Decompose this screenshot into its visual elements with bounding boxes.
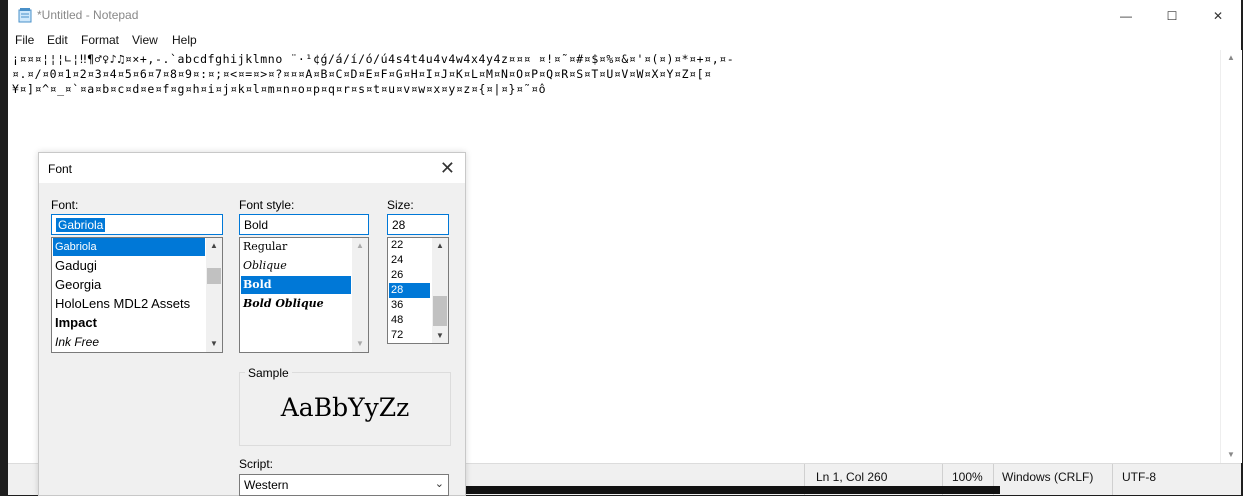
font-name-input[interactable]: Gabriola xyxy=(51,214,223,235)
size-list-item[interactable]: 28 xyxy=(389,283,430,298)
font-list-item[interactable]: Georgia xyxy=(53,276,101,294)
menu-file[interactable]: File xyxy=(15,33,34,47)
editor-vertical-scrollbar[interactable]: ▲ ▼ xyxy=(1220,50,1242,463)
font-list-scrollbar[interactable]: ▲ ▼ xyxy=(206,238,222,352)
size-list-item[interactable]: 48 xyxy=(389,313,403,328)
sample-label: Sample xyxy=(245,366,292,380)
font-style-input[interactable]: Bold xyxy=(239,214,369,235)
size-list-item[interactable]: 26 xyxy=(389,268,403,283)
editor-line: ¡¤¤¤¦¦¦∟¦‼¶♂♀♪♫¤×+,-.`abcdfghijklmno ¨·¹… xyxy=(12,52,735,66)
maximize-button[interactable]: ☐ xyxy=(1149,0,1195,31)
editor-line: ¤.¤/¤0¤1¤2¤3¤4¤5¤6¤7¤8¤9¤:¤;¤<¤=¤>¤?¤¤¤A… xyxy=(12,67,712,81)
minimize-button[interactable]: — xyxy=(1103,0,1149,31)
font-style-label: Font style: xyxy=(239,198,295,212)
font-size-list[interactable]: 22 24 26 28 36 48 72 ▲ ▼ xyxy=(387,237,449,344)
close-window-button[interactable]: ✕ xyxy=(1195,0,1241,31)
style-list-item[interactable]: Bold xyxy=(241,276,351,294)
scroll-down-icon[interactable]: ▼ xyxy=(356,339,364,348)
style-list-item[interactable]: Bold Oblique xyxy=(241,295,324,313)
font-style-list[interactable]: Regular Oblique Bold Bold Oblique ▲ ▼ xyxy=(239,237,369,353)
script-label: Script: xyxy=(239,457,274,471)
menu-edit[interactable]: Edit xyxy=(47,33,68,47)
font-list-item[interactable]: Impact xyxy=(53,314,97,332)
size-list-item[interactable]: 72 xyxy=(389,328,403,343)
scroll-thumb[interactable] xyxy=(433,296,447,326)
scroll-down-icon[interactable]: ▼ xyxy=(436,331,444,340)
size-list-item[interactable]: 22 xyxy=(389,238,403,253)
menu-format[interactable]: Format xyxy=(81,33,119,47)
scroll-down-icon[interactable]: ▼ xyxy=(1227,450,1235,459)
menu-bar: File Edit Format View Help xyxy=(8,31,1241,50)
notepad-icon xyxy=(18,8,32,23)
encoding: UTF-8 xyxy=(1122,470,1156,484)
font-dialog: Font ✕ Font: Gabriola Gabriola Gadugi Ge… xyxy=(38,152,466,496)
font-list-item[interactable]: Gadugi xyxy=(53,257,97,275)
title-bar: *Untitled - Notepad — ☐ ✕ xyxy=(8,0,1241,31)
script-value: Western xyxy=(244,478,289,492)
scroll-up-icon[interactable]: ▲ xyxy=(436,241,444,250)
size-list-item[interactable]: 36 xyxy=(389,298,403,313)
font-list-item[interactable]: Gabriola xyxy=(53,238,205,256)
dialog-title: Font xyxy=(48,162,73,176)
font-name-value: Gabriola xyxy=(56,218,106,232)
cursor-position: Ln 1, Col 260 xyxy=(816,470,888,484)
dialog-title-bar: Font ✕ xyxy=(39,153,465,183)
font-list[interactable]: Gabriola Gadugi Georgia HoloLens MDL2 As… xyxy=(51,237,223,353)
window-title: *Untitled - Notepad xyxy=(37,8,139,22)
font-list-item[interactable]: HoloLens MDL2 Assets xyxy=(53,295,190,313)
style-list-item[interactable]: Regular xyxy=(241,238,287,256)
chevron-down-icon[interactable]: ⌄ xyxy=(435,477,444,490)
script-select[interactable]: Western ⌄ xyxy=(239,474,449,496)
editor-line: ¥¤]¤^¤_¤`¤a¤b¤c¤d¤e¤f¤g¤h¤i¤j¤k¤l¤m¤n¤o¤… xyxy=(12,82,547,96)
size-list-scrollbar[interactable]: ▲ ▼ xyxy=(432,238,448,343)
font-label: Font: xyxy=(51,198,79,212)
style-list-scrollbar[interactable]: ▲ ▼ xyxy=(352,238,368,352)
menu-help[interactable]: Help xyxy=(172,33,197,47)
style-list-item[interactable]: Oblique xyxy=(241,257,287,275)
scroll-up-icon[interactable]: ▲ xyxy=(1227,53,1235,62)
close-icon[interactable]: ✕ xyxy=(440,158,455,179)
scroll-thumb[interactable] xyxy=(207,268,221,284)
scroll-up-icon[interactable]: ▲ xyxy=(210,241,218,250)
zoom-level: 100% xyxy=(952,470,983,484)
scroll-up-icon[interactable]: ▲ xyxy=(356,241,364,250)
font-size-input[interactable]: 28 xyxy=(387,214,449,235)
menu-view[interactable]: View xyxy=(132,33,158,47)
size-label: Size: xyxy=(387,198,414,212)
scroll-down-icon[interactable]: ▼ xyxy=(210,339,218,348)
size-list-item[interactable]: 24 xyxy=(389,253,403,268)
sample-box: AaBbYyZz xyxy=(239,372,451,446)
font-list-item[interactable]: Ink Free xyxy=(53,333,99,351)
line-ending: Windows (CRLF) xyxy=(1002,470,1094,484)
sample-text: AaBbYyZz xyxy=(280,393,410,422)
